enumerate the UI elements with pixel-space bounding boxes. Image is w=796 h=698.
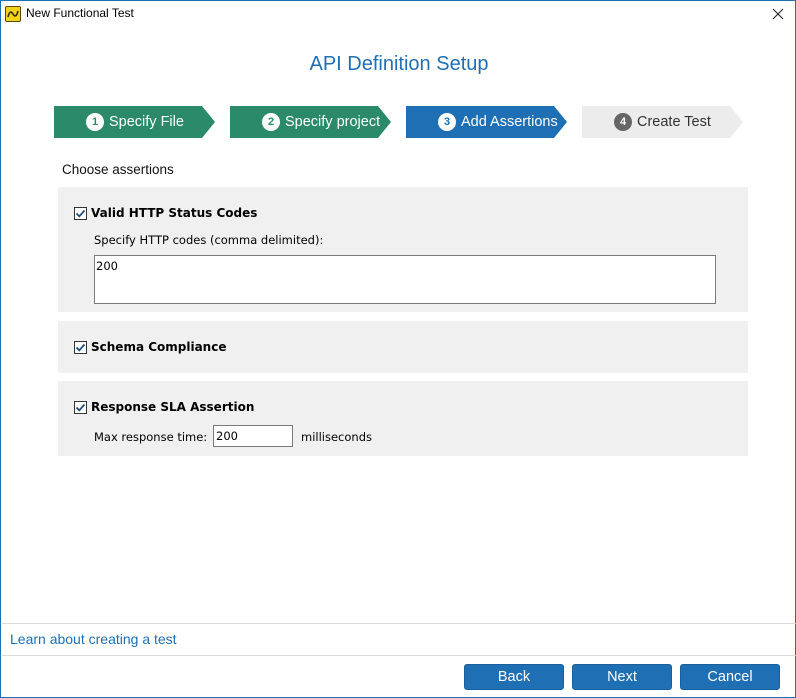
step-label: Create Test bbox=[637, 114, 711, 130]
wizard-step-specify-file: 1 Specify File bbox=[54, 106, 216, 138]
step-number: 4 bbox=[614, 113, 632, 131]
wizard-step-add-assertions: 3 Add Assertions bbox=[406, 106, 568, 138]
status-codes-label: Valid HTTP Status Codes bbox=[91, 206, 258, 220]
checkmark-icon bbox=[75, 403, 86, 412]
next-button[interactable]: Next bbox=[572, 664, 672, 690]
http-codes-textarea[interactable]: 200 bbox=[94, 255, 716, 304]
page-title: API Definition Setup bbox=[309, 53, 489, 75]
help-link[interactable]: Learn about creating a test bbox=[10, 631, 177, 647]
milliseconds-label: milliseconds bbox=[301, 430, 372, 444]
step-label: Specify File bbox=[109, 114, 184, 130]
codes-field-label: Specify HTTP codes (comma delimited): bbox=[94, 233, 324, 247]
wizard-step-specify-project: 2 Specify project bbox=[230, 106, 392, 138]
footer-divider bbox=[2, 623, 796, 624]
app-icon bbox=[5, 6, 21, 22]
schema-compliance-checkbox[interactable] bbox=[74, 341, 87, 354]
button-bar-divider bbox=[2, 655, 796, 656]
schema-compliance-panel: Schema Compliance bbox=[58, 321, 748, 373]
window-title: New Functional Test bbox=[26, 6, 134, 20]
checkmark-icon bbox=[75, 343, 86, 352]
response-sla-label: Response SLA Assertion bbox=[91, 400, 255, 414]
max-response-label: Max response time: bbox=[94, 430, 208, 444]
dialog-window: New Functional Test API Definition Setup… bbox=[0, 0, 796, 698]
cancel-button[interactable]: Cancel bbox=[680, 664, 780, 690]
step-number: 3 bbox=[438, 113, 456, 131]
response-sla-panel: Response SLA Assertion Max response time… bbox=[58, 381, 748, 456]
back-button[interactable]: Back bbox=[464, 664, 564, 690]
wizard-step-create-test: 4 Create Test bbox=[582, 106, 744, 138]
schema-compliance-label: Schema Compliance bbox=[91, 340, 227, 354]
status-codes-checkbox[interactable] bbox=[74, 207, 87, 220]
step-number: 1 bbox=[86, 113, 104, 131]
section-label: Choose assertions bbox=[62, 162, 174, 177]
max-response-input[interactable]: 200 bbox=[213, 425, 293, 447]
step-label: Specify project bbox=[285, 114, 381, 130]
status-codes-panel: Valid HTTP Status Codes Specify HTTP cod… bbox=[58, 187, 748, 312]
response-sla-checkbox[interactable] bbox=[74, 401, 87, 414]
close-button[interactable] bbox=[761, 1, 795, 27]
checkmark-icon bbox=[75, 209, 86, 218]
step-number: 2 bbox=[262, 113, 280, 131]
step-label: Add Assertions bbox=[461, 114, 558, 130]
title-bar: New Functional Test bbox=[1, 1, 795, 28]
close-icon bbox=[772, 8, 784, 20]
